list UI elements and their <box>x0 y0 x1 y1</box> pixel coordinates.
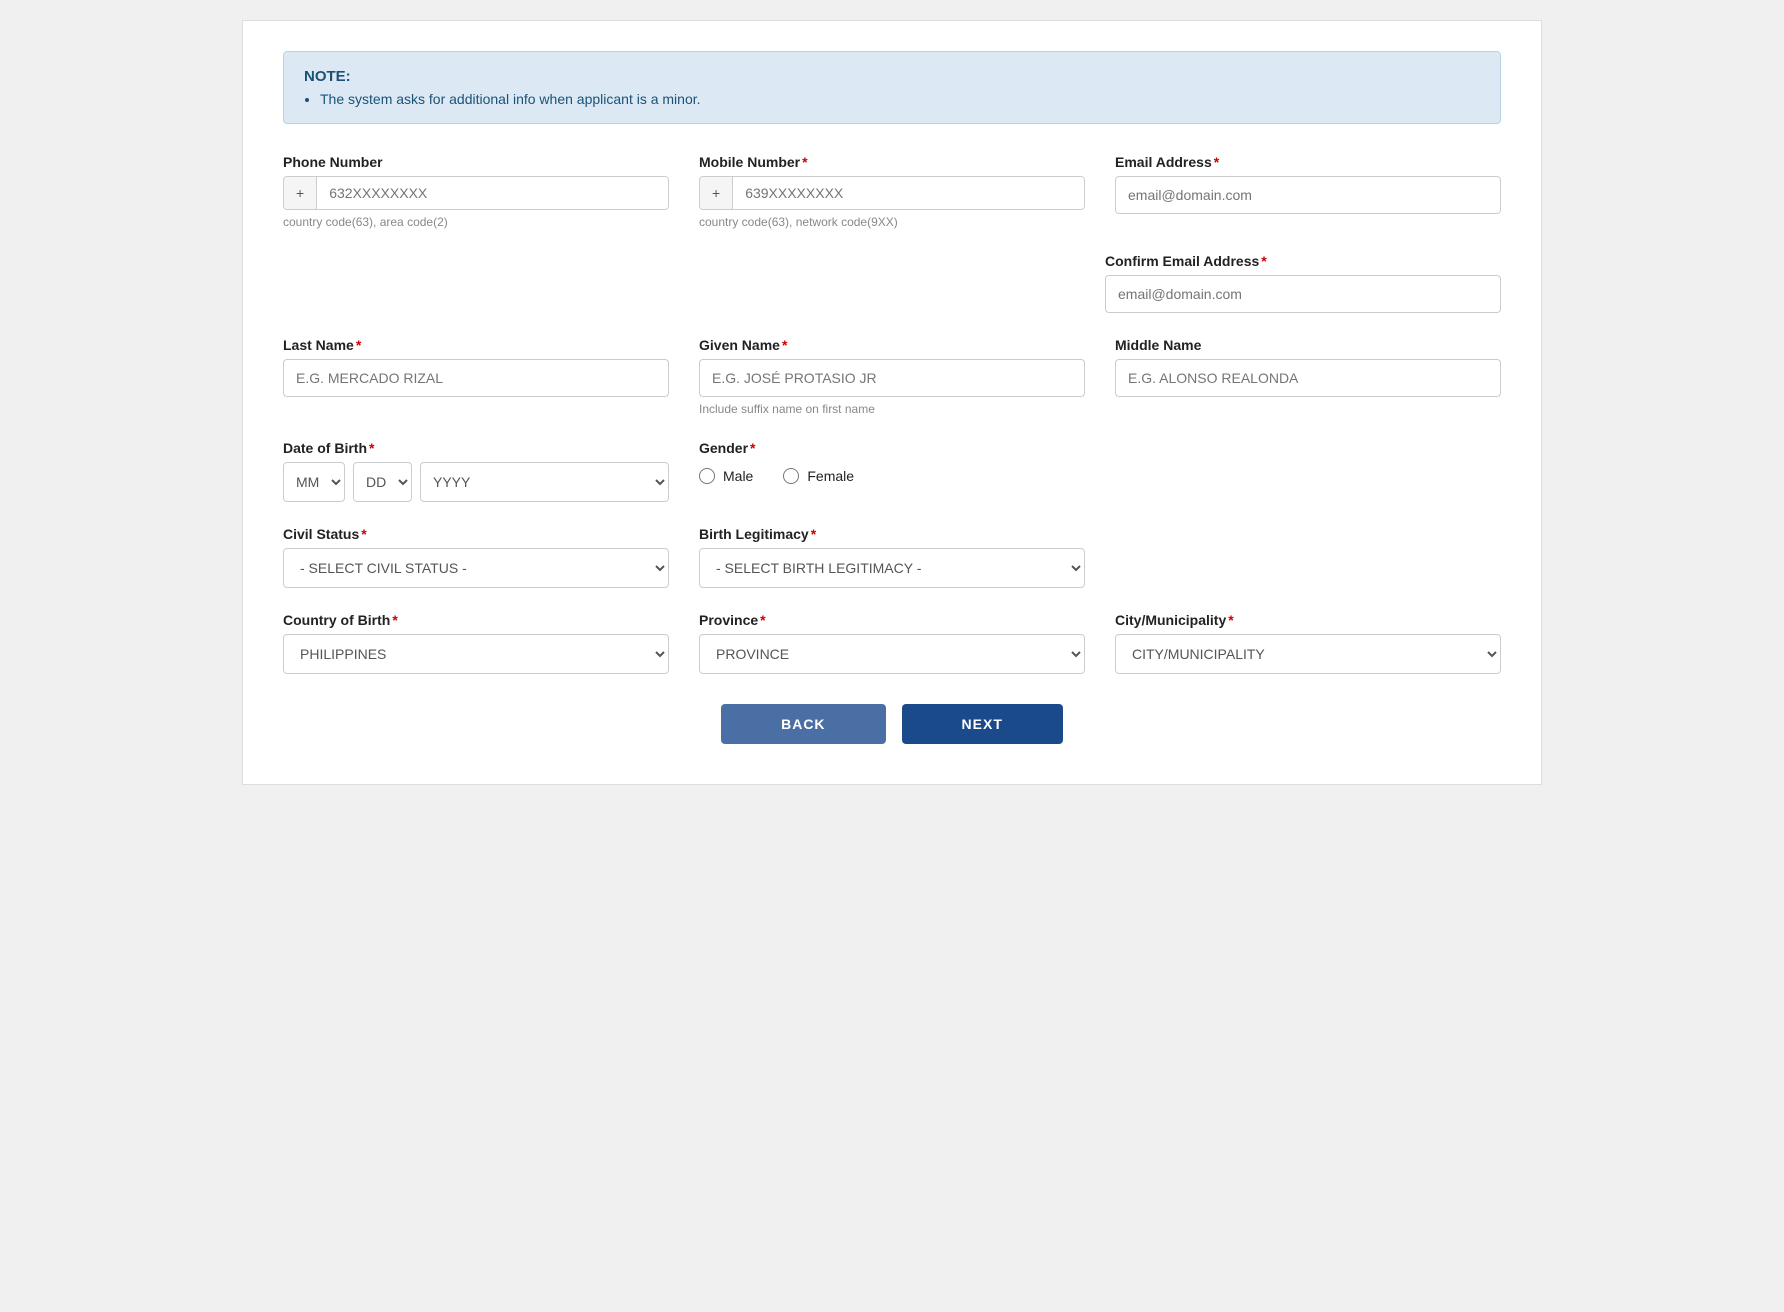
email-input[interactable] <box>1115 176 1501 214</box>
mobile-hint: country code(63), network code(9XX) <box>699 215 1085 229</box>
row-confirm-email: Confirm Email Address* <box>283 253 1501 313</box>
date-row: MM 01020304 05060708 09101112 DD 0102030… <box>283 462 669 502</box>
row-location: Country of Birth* PHILIPPINES Province* … <box>283 612 1501 674</box>
col-email: Email Address* <box>1115 154 1501 214</box>
last-name-label: Last Name* <box>283 337 669 353</box>
dob-label: Date of Birth* <box>283 440 669 456</box>
col-middle-name: Middle Name <box>1115 337 1501 397</box>
phone-input-group: + <box>283 176 669 210</box>
country-select[interactable]: PHILIPPINES <box>283 634 669 674</box>
given-name-required: * <box>782 337 787 353</box>
phone-prefix: + <box>284 177 317 209</box>
col-city: City/Municipality* CITY/MUNICIPALITY <box>1115 612 1501 674</box>
given-name-input[interactable] <box>699 359 1085 397</box>
confirm-email-label: Confirm Email Address* <box>1105 253 1501 269</box>
country-required: * <box>392 612 397 628</box>
row-civil-legitimacy: Civil Status* - SELECT CIVIL STATUS - Si… <box>283 526 1501 588</box>
note-box: NOTE: The system asks for additional inf… <box>283 51 1501 124</box>
mobile-input[interactable] <box>733 177 1084 209</box>
back-button[interactable]: BACK <box>721 704 885 744</box>
col-country: Country of Birth* PHILIPPINES <box>283 612 669 674</box>
country-label: Country of Birth* <box>283 612 669 628</box>
row-phone-email: Phone Number + country code(63), area co… <box>283 154 1501 229</box>
note-title: NOTE: <box>304 68 1480 85</box>
city-select[interactable]: CITY/MUNICIPALITY <box>1115 634 1501 674</box>
given-name-hint: Include suffix name on first name <box>699 402 1085 416</box>
gender-options: Male Female <box>699 462 1085 484</box>
middle-name-input[interactable] <box>1115 359 1501 397</box>
gender-label: Gender* <box>699 440 1085 456</box>
note-content: The system asks for additional info when… <box>304 91 1480 107</box>
birth-legitimacy-select[interactable]: - SELECT BIRTH LEGITIMACY - Legitimate I… <box>699 548 1085 588</box>
middle-name-label: Middle Name <box>1115 337 1501 353</box>
gender-male-label: Male <box>723 468 753 484</box>
phone-input[interactable] <box>317 177 668 209</box>
confirm-email-input[interactable] <box>1105 275 1501 313</box>
phone-hint: country code(63), area code(2) <box>283 215 669 229</box>
city-required: * <box>1228 612 1233 628</box>
row-names: Last Name* Given Name* Include suffix na… <box>283 337 1501 416</box>
next-button[interactable]: NEXT <box>902 704 1063 744</box>
gender-female-option[interactable]: Female <box>783 468 854 484</box>
month-select[interactable]: MM 01020304 05060708 09101112 <box>283 462 345 502</box>
col-gender: Gender* Male Female <box>699 440 1085 484</box>
mobile-prefix: + <box>700 177 733 209</box>
birth-legitimacy-required: * <box>811 526 816 542</box>
col-confirm-email: Confirm Email Address* <box>1105 253 1501 313</box>
last-name-required: * <box>356 337 361 353</box>
birth-legitimacy-label: Birth Legitimacy* <box>699 526 1085 542</box>
given-name-label: Given Name* <box>699 337 1085 353</box>
gender-male-option[interactable]: Male <box>699 468 753 484</box>
last-name-input[interactable] <box>283 359 669 397</box>
form-container: NOTE: The system asks for additional inf… <box>242 20 1542 785</box>
gender-female-radio[interactable] <box>783 468 799 484</box>
email-label: Email Address* <box>1115 154 1501 170</box>
province-required: * <box>760 612 765 628</box>
gender-required: * <box>750 440 755 456</box>
col-phone: Phone Number + country code(63), area co… <box>283 154 669 229</box>
col-dob: Date of Birth* MM 01020304 05060708 0910… <box>283 440 669 502</box>
col-given-name: Given Name* Include suffix name on first… <box>699 337 1085 416</box>
city-label: City/Municipality* <box>1115 612 1501 628</box>
dob-required: * <box>369 440 374 456</box>
province-label: Province* <box>699 612 1085 628</box>
col-last-name: Last Name* <box>283 337 669 397</box>
province-select[interactable]: PROVINCE <box>699 634 1085 674</box>
button-row: BACK NEXT <box>283 704 1501 744</box>
email-required: * <box>1214 154 1219 170</box>
mobile-label: Mobile Number* <box>699 154 1085 170</box>
col-province: Province* PROVINCE <box>699 612 1085 674</box>
col-civil-status: Civil Status* - SELECT CIVIL STATUS - Si… <box>283 526 669 588</box>
note-bullet: The system asks for additional info when… <box>320 91 1480 107</box>
col-birth-legitimacy: Birth Legitimacy* - SELECT BIRTH LEGITIM… <box>699 526 1085 588</box>
gender-male-radio[interactable] <box>699 468 715 484</box>
mobile-required: * <box>802 154 807 170</box>
day-select[interactable]: DD 01020304 05060708 09101112 13141516 1… <box>353 462 412 502</box>
phone-label: Phone Number <box>283 154 669 170</box>
gender-female-label: Female <box>807 468 854 484</box>
civil-status-required: * <box>361 526 366 542</box>
confirm-email-required: * <box>1261 253 1266 269</box>
civil-status-select[interactable]: - SELECT CIVIL STATUS - Single Married W… <box>283 548 669 588</box>
col-mobile: Mobile Number* + country code(63), netwo… <box>699 154 1085 229</box>
civil-status-label: Civil Status* <box>283 526 669 542</box>
row-dob-gender: Date of Birth* MM 01020304 05060708 0910… <box>283 440 1501 502</box>
year-select[interactable]: YYYY <box>420 462 669 502</box>
mobile-input-group: + <box>699 176 1085 210</box>
